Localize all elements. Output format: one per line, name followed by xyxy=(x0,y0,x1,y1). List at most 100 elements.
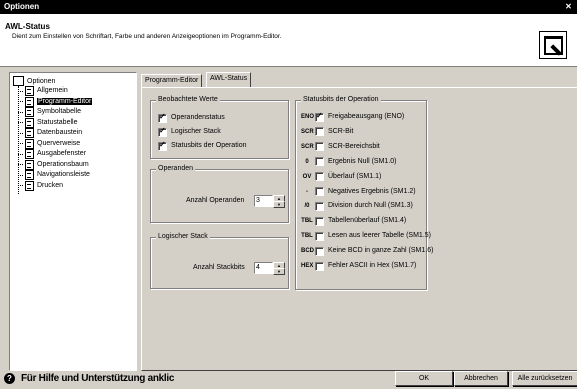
options-tree[interactable]: Optionen Allgemein Programm-Editor Symbolt… xyxy=(9,72,137,371)
overflow-icon: OV xyxy=(302,173,312,180)
statusbit-option[interactable]: - Negatives Ergebnis (SM1.2) xyxy=(301,187,416,197)
tree-item-label: Statustabelle xyxy=(37,118,78,126)
decrement-icon[interactable]: ▼ xyxy=(273,201,285,208)
tab-programm-editor[interactable]: Programm-Editor xyxy=(141,74,203,87)
observed-values-title: Beobachtete Werte xyxy=(156,95,220,105)
help-text[interactable]: Für Hilfe und Unterstützung anklic xyxy=(21,372,174,385)
statusbit-option[interactable]: BCD Keine BCD in ganze Zahl (SM1.6) xyxy=(301,246,433,256)
option-label: Fehler ASCII in Hex (SM1.7) xyxy=(328,262,417,269)
help-icon[interactable]: ? xyxy=(4,373,15,384)
tree-item-label: Programm-Editor xyxy=(37,97,93,105)
tree-item-label: Navigationsleiste xyxy=(37,171,90,178)
checkbox[interactable] xyxy=(315,142,324,152)
bcd-icon: BCD xyxy=(301,248,314,255)
option-label: Tabellenüberlauf (SM1.4) xyxy=(328,217,407,225)
observed-option[interactable]: Logischer Stack xyxy=(158,126,221,137)
operand-count-value[interactable]: 3 xyxy=(254,195,273,207)
document-icon xyxy=(25,96,34,107)
statusbits-group: Statusbits der Operation ENO Freigabeausg… xyxy=(295,95,433,290)
tree-item[interactable]: Allgemein xyxy=(18,86,68,96)
checkbox[interactable] xyxy=(315,231,324,241)
stack-bits-stepper[interactable]: 4 ▲ ▼ xyxy=(254,262,285,275)
checkbox[interactable] xyxy=(315,172,324,182)
tree-item[interactable]: Operationsbaum xyxy=(18,159,89,170)
stack-bits-value[interactable]: 4 xyxy=(254,262,273,274)
tree-item[interactable]: Querverweise xyxy=(18,138,81,149)
tab-awl-status[interactable]: AWL-Status xyxy=(206,72,252,87)
option-label: Ergebnis Null (SM1.0) xyxy=(328,157,397,165)
dialog-header: AWL-Status Dient zum Einstellen von Schr… xyxy=(0,14,577,67)
checkbox[interactable] xyxy=(315,246,324,256)
cancel-button[interactable]: Abbrechen xyxy=(454,371,508,386)
empty-table-icon: TBL xyxy=(301,233,313,240)
decrement-icon[interactable]: ▼ xyxy=(273,268,285,275)
observed-values-group: Beobachtete Werte Operandenstatus Logisch… xyxy=(150,95,289,159)
observed-option[interactable]: Statusbits der Operation xyxy=(158,140,247,151)
tree-item[interactable]: Navigationsleiste xyxy=(18,170,90,180)
operand-count-stepper[interactable]: 3 ▲ ▼ xyxy=(254,195,285,208)
option-label: Keine BCD in ganze Zahl (SM1.6) xyxy=(328,247,434,255)
statusbit-option[interactable]: SCR SCR-Bit xyxy=(301,127,353,137)
statusbit-option[interactable]: SCR SCR-Bereichsbit xyxy=(301,142,380,152)
checkbox[interactable] xyxy=(315,157,324,167)
statusbit-option[interactable]: ENO Freigabeausgang (ENO) xyxy=(301,111,405,122)
tree-item[interactable]: Programm-Editor xyxy=(18,96,93,107)
statusbit-option[interactable]: HEX Fehler ASCII in Hex (SM1.7) xyxy=(301,261,416,271)
zero-icon: 0 xyxy=(305,158,309,165)
option-label: SCR-Bit xyxy=(328,127,354,135)
tree-item[interactable]: Datenbaustein xyxy=(18,128,82,138)
header-title: AWL-Status xyxy=(5,22,50,31)
statusbit-option[interactable]: TBL Tabellenüberlauf (SM1.4) xyxy=(301,216,406,226)
divide-zero-icon: /0 xyxy=(304,203,310,210)
tree-item-label: Querverweise xyxy=(37,139,81,147)
document-icon xyxy=(25,86,34,96)
option-label: Logischer Stack xyxy=(171,128,221,135)
hex-icon: HEX xyxy=(301,263,314,269)
option-label: Division durch Null (SM1.3) xyxy=(328,202,413,210)
negative-icon: - xyxy=(306,188,308,195)
tree-item[interactable]: Symboltabelle xyxy=(18,107,81,117)
options-icon xyxy=(539,31,567,59)
logic-stack-group: Logischer Stack Anzahl Stackbits 4 ▲ ▼ xyxy=(150,232,289,289)
document-icon xyxy=(25,117,34,128)
reset-all-button[interactable]: Alle zurücksetzen xyxy=(512,371,577,386)
eno-icon: ENO xyxy=(301,114,315,120)
checkbox[interactable] xyxy=(315,261,324,271)
statusbits-title: Statusbits der Operation xyxy=(301,95,381,105)
checkbox[interactable] xyxy=(315,187,324,196)
document-icon xyxy=(25,128,34,138)
tree-item[interactable]: Statustabelle xyxy=(18,117,78,128)
statusbit-option[interactable]: TBL Lesen aus leerer Tabelle (SM1.5) xyxy=(301,231,431,241)
checkbox[interactable] xyxy=(158,112,167,123)
option-label: Operandenstatus xyxy=(171,114,225,121)
statusbit-option[interactable]: 0 Ergebnis Null (SM1.0) xyxy=(301,157,396,167)
footer-bar: ? Für Hilfe und Unterstützung anklic OK … xyxy=(0,369,577,389)
close-icon[interactable]: ✕ xyxy=(563,1,574,12)
tree-item-label: Operationsbaum xyxy=(37,160,89,168)
tree-item[interactable]: Ausgabefenster xyxy=(18,149,86,159)
document-icon xyxy=(25,149,34,159)
option-label: Freigabeausgang (ENO) xyxy=(328,113,405,120)
checkbox[interactable] xyxy=(158,126,167,137)
document-icon xyxy=(25,159,34,170)
tree-root[interactable]: Optionen xyxy=(13,76,55,86)
ok-button[interactable]: OK xyxy=(395,371,453,386)
stack-bits-label: Anzahl Stackbits xyxy=(193,264,245,271)
tree-item-label: Datenbaustein xyxy=(37,129,83,136)
logic-stack-title: Logischer Stack xyxy=(156,232,210,242)
tree-item-label: Ausgabefenster xyxy=(37,150,87,157)
checkbox[interactable] xyxy=(315,201,324,211)
checkbox[interactable] xyxy=(315,127,324,137)
document-icon xyxy=(25,180,34,191)
statusbit-option[interactable]: OV Überlauf (SM1.1) xyxy=(301,172,381,182)
options-folder-icon xyxy=(13,76,24,86)
option-label: Negatives Ergebnis (SM1.2) xyxy=(328,187,416,195)
option-label: Statusbits der Operation xyxy=(171,142,247,149)
checkbox[interactable] xyxy=(315,111,324,122)
observed-option[interactable]: Operandenstatus xyxy=(158,112,225,123)
tree-item[interactable]: Drucken xyxy=(18,180,64,191)
checkbox[interactable] xyxy=(315,216,324,226)
tree-item-label: Drucken xyxy=(37,181,64,189)
checkbox[interactable] xyxy=(158,140,167,151)
statusbit-option[interactable]: /0 Division durch Null (SM1.3) xyxy=(301,201,413,211)
